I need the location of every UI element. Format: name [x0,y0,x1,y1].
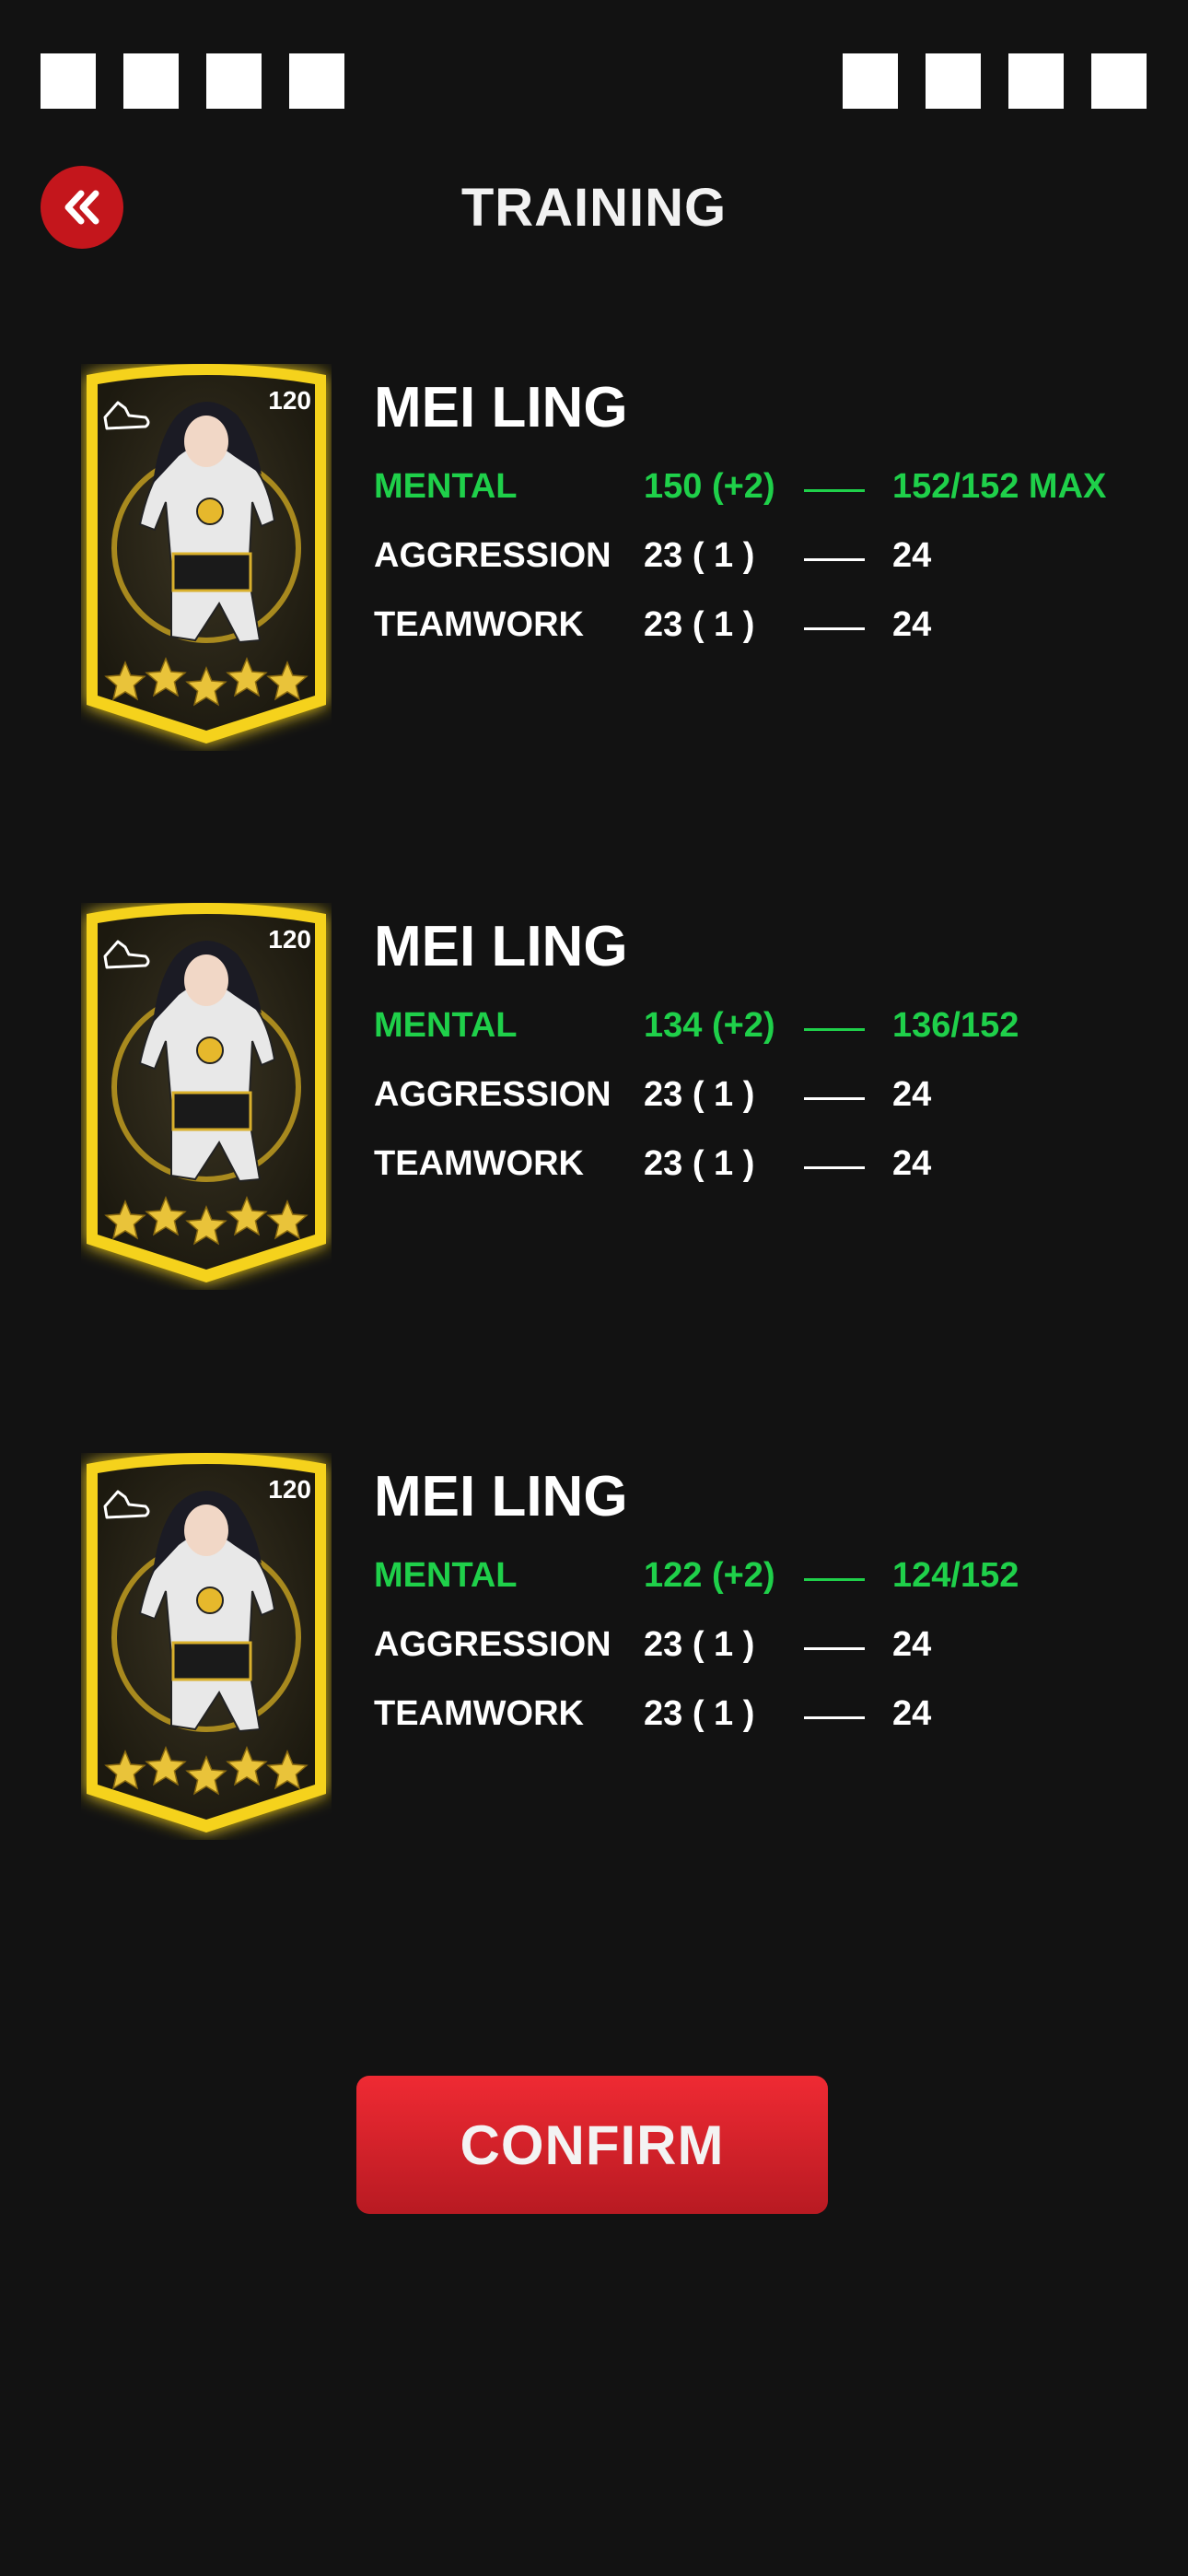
status-icon [123,53,179,109]
stat-name: TEAMWORK [374,1694,584,1733]
stat-value: 23 ( 1 ) [644,1144,755,1183]
stat-row-mental: MENTAL 134 (+2) 136/152 [374,1006,1184,1052]
status-bar [0,53,1188,109]
player-row: 120 MEI LING MENTAL 150 (+2) 152/152 MAX AGGR… [0,364,1188,760]
stat-result: 24 [892,1694,932,1733]
stat-name: TEAMWORK [374,1144,584,1183]
arrow-divider [804,1647,865,1650]
stat-result: 124/152 [892,1556,1019,1595]
stat-row-teamwork: TEAMWORK 23 ( 1 ) 24 [374,1144,1184,1190]
status-icon [289,53,344,109]
arrow-divider [804,1166,865,1169]
stat-value: 23 ( 1 ) [644,605,755,644]
arrow-divider [804,489,865,492]
confirm-button[interactable]: CONFIRM [356,2076,828,2214]
stat-value: 23 ( 1 ) [644,1075,755,1114]
stat-value: 134 (+2) [644,1006,775,1045]
stat-result: 24 [892,1625,932,1664]
player-row: 120 MEI LING MENTAL 134 (+2) 136/152 AGGRESSI… [0,903,1188,1299]
stat-row-mental: MENTAL 122 (+2) 124/152 [374,1556,1184,1602]
stat-value: 23 ( 1 ) [644,1625,755,1664]
status-icon [1091,53,1147,109]
arrow-divider [804,1028,865,1031]
status-icon [926,53,981,109]
stat-row-aggression: AGGRESSION 23 ( 1 ) 24 [374,1075,1184,1121]
stat-value: 122 (+2) [644,1556,775,1595]
status-icon [41,53,96,109]
arrow-divider [804,1097,865,1100]
stat-result: 24 [892,605,932,644]
player-row: 120 MEI LING MENTAL 122 (+2) 124/152 AGGRESSI… [0,1453,1188,1849]
page-title: TRAINING [460,178,728,238]
stat-name: MENTAL [374,467,518,506]
stat-name: AGGRESSION [374,1075,611,1114]
player-name: MEI LING [374,915,628,978]
arrow-divider [804,1716,865,1719]
status-icon [843,53,898,109]
stat-result: 24 [892,1075,932,1114]
stat-value: 150 (+2) [644,467,775,506]
stat-row-aggression: AGGRESSION 23 ( 1 ) 24 [374,1625,1184,1671]
card-level: 120 [268,925,311,954]
arrow-divider [804,1578,865,1581]
player-card[interactable]: 120 [81,1453,332,1840]
stat-row-teamwork: TEAMWORK 23 ( 1 ) 24 [374,1694,1184,1740]
status-icon [1008,53,1064,109]
arrow-divider [804,627,865,630]
player-name: MEI LING [374,376,628,439]
stat-name: AGGRESSION [374,536,611,575]
card-level: 120 [268,1475,311,1504]
player-name: MEI LING [374,1465,628,1528]
card-level: 120 [268,386,311,415]
stat-name: MENTAL [374,1556,518,1595]
stat-name: MENTAL [374,1006,518,1045]
arrow-divider [804,558,865,561]
status-icon [206,53,262,109]
player-card[interactable]: 120 [81,903,332,1290]
stat-name: TEAMWORK [374,605,584,644]
player-card[interactable]: 120 [81,364,332,751]
stat-name: AGGRESSION [374,1625,611,1664]
stat-result: 136/152 [892,1006,1019,1045]
stat-result: 152/152 MAX [892,467,1107,506]
stat-value: 23 ( 1 ) [644,536,755,575]
stat-row-teamwork: TEAMWORK 23 ( 1 ) 24 [374,605,1184,651]
stat-result: 24 [892,1144,932,1183]
stat-value: 23 ( 1 ) [644,1694,755,1733]
stat-row-aggression: AGGRESSION 23 ( 1 ) 24 [374,536,1184,582]
stat-result: 24 [892,536,932,575]
stat-row-mental: MENTAL 150 (+2) 152/152 MAX [374,467,1184,513]
